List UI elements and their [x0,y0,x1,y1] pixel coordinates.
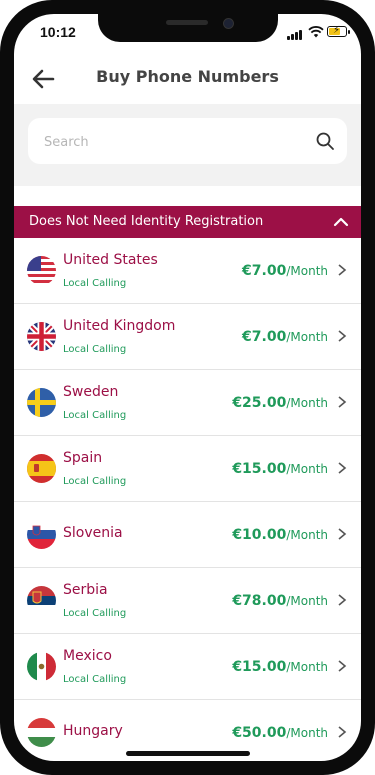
country-name: United Kingdom [63,318,176,334]
number-type: Local Calling [63,476,127,487]
home-indicator[interactable] [126,751,250,756]
country-row-united-kingdom[interactable]: United Kingdom Local Calling €7.00/Month [14,304,361,370]
country-name: Spain [63,450,103,466]
number-type: Local Calling [63,278,127,289]
device-notch [98,14,278,42]
battery-cap [348,30,350,34]
country-row-sweden[interactable]: Sweden Local Calling €25.00/Month [14,370,361,436]
search-area [14,104,361,186]
country-row-serbia[interactable]: Serbia Local Calling €78.00/Month [14,568,361,634]
country-name: Sweden [63,384,119,400]
price: €50.00/Month [232,725,328,741]
price: €78.00/Month [232,593,328,609]
country-row-mexico[interactable]: Mexico Local Calling €15.00/Month [14,634,361,700]
country-name: Hungary [63,723,123,739]
price: €25.00/Month [232,395,328,411]
chevron-up-icon[interactable] [331,212,351,232]
country-row-united-states[interactable]: United States Local Calling €7.00/Month [14,238,361,304]
battery-icon: ⚡ [327,25,347,37]
country-row-spain[interactable]: Spain Local Calling €15.00/Month [14,436,361,502]
country-row-slovenia[interactable]: Slovenia €10.00/Month [14,502,361,568]
number-type: Local Calling [63,674,127,685]
chevron-right-icon [338,528,347,540]
wifi-icon [308,26,324,38]
chevron-right-icon [338,264,347,276]
price: €15.00/Month [232,461,328,477]
front-camera [223,18,234,29]
sweden-flag-icon [27,388,56,417]
page-title: Buy Phone Numbers [96,67,279,86]
country-name: Slovenia [63,525,123,541]
country-name: Mexico [63,648,112,664]
number-type: Local Calling [63,608,127,619]
section-title: Does Not Need Identity Registration [29,214,264,229]
section-header-identity[interactable]: Does Not Need Identity Registration [14,206,361,238]
search-box [28,118,347,164]
chevron-right-icon [338,462,347,474]
spain-flag-icon [27,454,56,483]
chevron-right-icon [338,330,347,342]
top-app-bar: Buy Phone Numbers [14,54,361,104]
mexico-flag-icon [27,652,56,681]
search-input[interactable] [42,130,306,154]
serbia-flag-icon [27,586,56,615]
search-icon[interactable] [315,131,335,151]
chevron-right-icon [338,726,347,738]
price: €15.00/Month [232,659,328,675]
chevron-right-icon [338,396,347,408]
uk-flag-icon [27,322,56,351]
number-type: Local Calling [63,344,127,355]
chevron-right-icon [338,660,347,672]
hungary-flag-icon [27,718,56,747]
us-flag-icon [27,256,56,285]
price: €7.00/Month [242,329,328,345]
country-name: United States [63,252,158,268]
cellular-signal-icon [287,28,305,40]
price: €10.00/Month [232,527,328,543]
phone-frame: 10:12 ⚡ Buy Phone Numbers Search Does No… [0,0,375,775]
number-type: Local Calling [63,410,127,421]
country-name: Serbia [63,582,108,598]
app-screen: 10:12 ⚡ Buy Phone Numbers Search Does No… [14,14,361,761]
slovenia-flag-icon [27,520,56,549]
chevron-right-icon [338,594,347,606]
status-time: 10:12 [40,24,76,40]
country-list: United States Local Calling €7.00/Month [14,238,361,761]
speaker-grille [166,20,208,25]
price: €7.00/Month [242,263,328,279]
